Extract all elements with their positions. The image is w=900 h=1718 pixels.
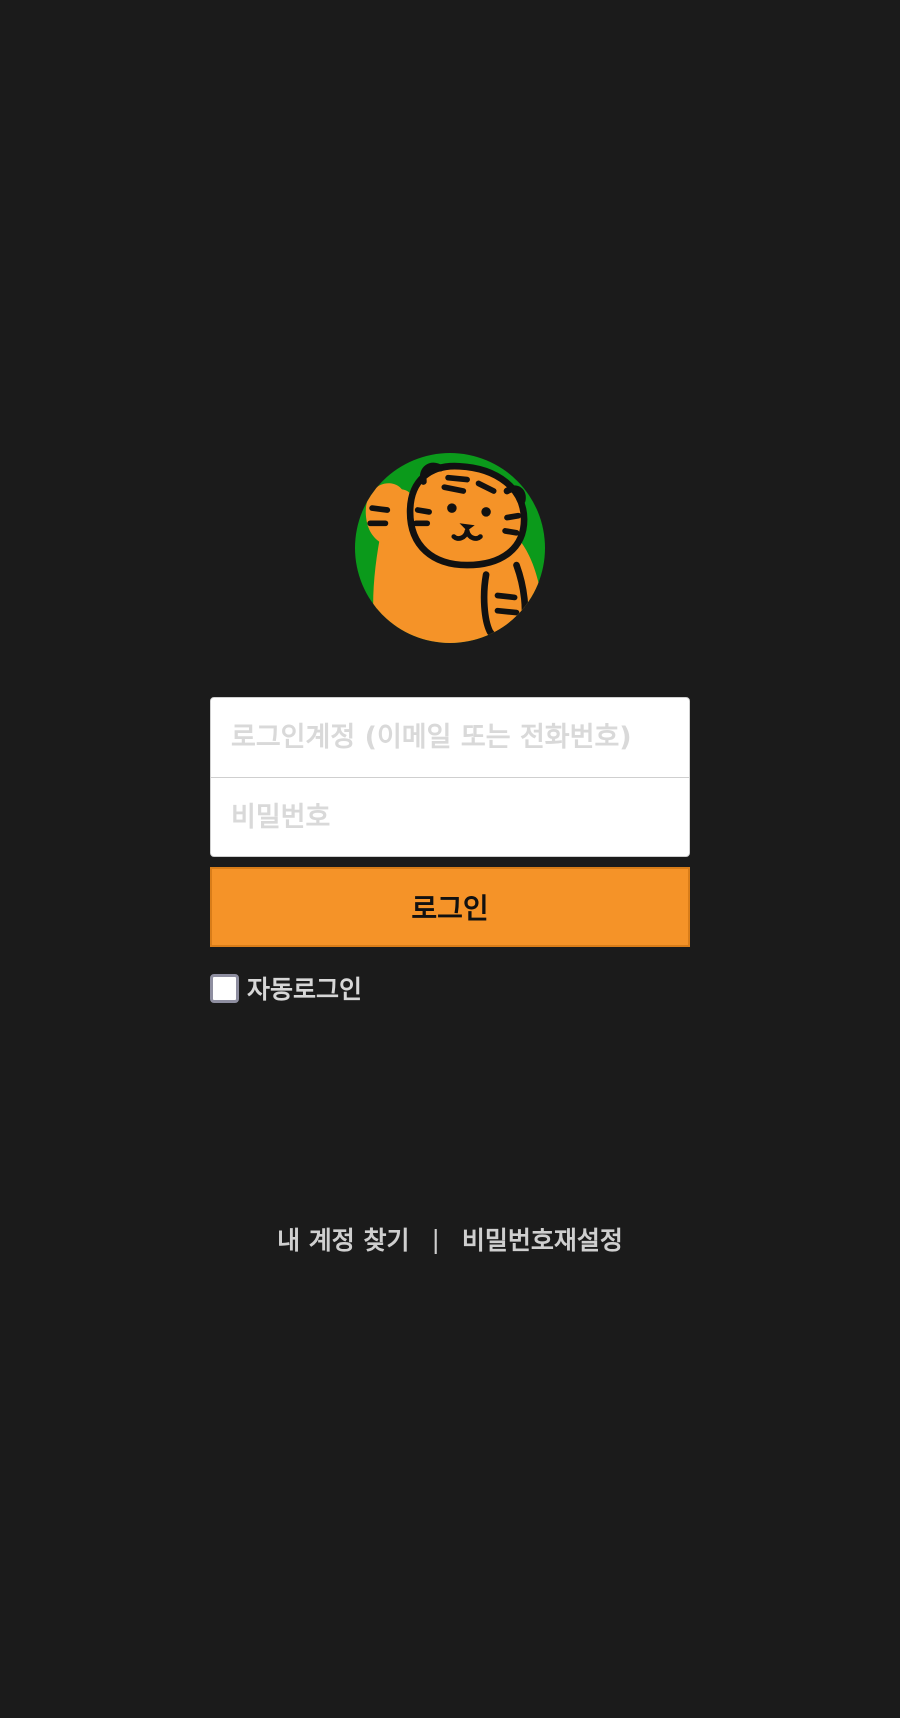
auto-login-label[interactable]: 자동로그인	[247, 970, 362, 1006]
footer-separator: |	[431, 1224, 440, 1254]
tiger-logo-icon	[355, 453, 545, 643]
auto-login-checkbox[interactable]	[210, 973, 239, 1003]
login-form: 로그인 자동로그인	[210, 697, 690, 1005]
footer-links: 내 계정 찾기 | 비밀번호재설정	[0, 1221, 900, 1257]
login-button[interactable]: 로그인	[210, 867, 690, 947]
account-input[interactable]	[211, 698, 689, 777]
find-account-link[interactable]: 내 계정 찾기	[277, 1221, 409, 1257]
auto-login-row: 자동로그인	[210, 971, 690, 1005]
reset-password-link[interactable]: 비밀번호재설정	[462, 1221, 623, 1257]
password-input[interactable]	[211, 778, 689, 856]
credentials-group	[210, 697, 690, 857]
